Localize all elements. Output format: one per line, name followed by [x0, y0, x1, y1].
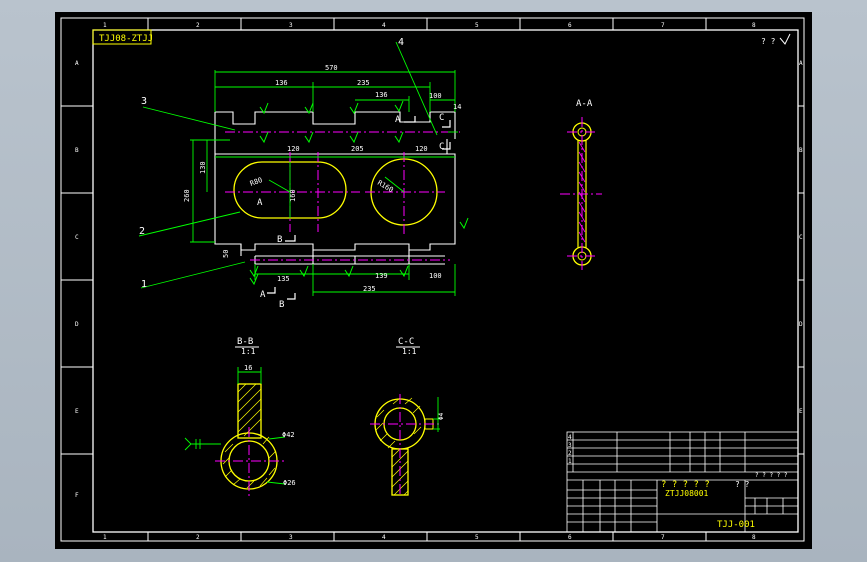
tb-bottom-code: TJJ-001 — [717, 520, 755, 530]
view-title-aa: A-A — [576, 99, 593, 109]
svg-text:C: C — [799, 234, 803, 241]
roughness-symbol-icon — [779, 33, 791, 45]
svg-text:D: D — [75, 321, 79, 328]
dim-14: 14 — [453, 103, 461, 111]
svg-text:A: A — [75, 60, 79, 67]
view-scale-bb: 1:1 — [241, 347, 256, 356]
dim-120a: 120 — [287, 145, 300, 153]
dim-160: 160 — [289, 189, 297, 202]
section-mark-a-bottom: A — [260, 290, 266, 300]
section-mark-c-bottom: C — [439, 142, 444, 152]
dim-120b: 120 — [415, 145, 428, 153]
cad-viewport[interactable]: 1 2 3 4 5 6 7 8 1 2 3 4 5 6 7 8 A B C D … — [55, 12, 812, 549]
dim-r80: R80 — [249, 176, 264, 188]
dim-135: 135 — [277, 275, 290, 283]
dim-235-top: 235 — [357, 79, 370, 87]
svg-text:C: C — [75, 234, 79, 241]
dim-136: 136 — [275, 79, 288, 87]
tb-row-1: 1 — [568, 458, 572, 465]
svg-text:4: 4 — [382, 22, 386, 29]
dim-136b: 136 — [375, 91, 388, 99]
dim-phi26: Φ26 — [283, 479, 296, 487]
svg-text:5: 5 — [475, 22, 479, 29]
roughness-mark: ? ? — [761, 37, 776, 46]
dim-235-bottom: 235 — [363, 285, 376, 293]
view-c-c: C-C 1:1 Φ4 — [370, 337, 445, 497]
svg-text:2: 2 — [196, 22, 200, 29]
view-title-bb: B-B — [237, 337, 253, 347]
svg-text:1: 1 — [103, 22, 107, 29]
svg-text:B: B — [75, 147, 79, 154]
dim-16: 16 — [244, 364, 252, 372]
tb-scale-text: ? ? ? ? ? — [755, 472, 788, 479]
dim-570: 570 — [325, 64, 338, 72]
svg-text:8: 8 — [752, 22, 756, 29]
inner-border — [92, 29, 799, 533]
svg-text:B: B — [799, 147, 803, 154]
svg-text:1: 1 — [103, 534, 107, 541]
svg-text:6: 6 — [568, 534, 572, 541]
dim-100-bottom: 100 — [429, 272, 442, 280]
leader-3: 3 — [141, 96, 147, 107]
svg-text:6: 6 — [568, 22, 572, 29]
svg-text:D: D — [799, 321, 803, 328]
leader-2: 2 — [139, 226, 145, 237]
tb-right-top: ? ? — [735, 480, 750, 489]
title-code: TJJ08-ZTJJ — [99, 34, 153, 44]
svg-text:5: 5 — [475, 534, 479, 541]
svg-text:F: F — [75, 492, 79, 499]
dim-100-top: 100 — [429, 92, 442, 100]
view-title-cc: C-C — [398, 337, 414, 347]
svg-text:8: 8 — [752, 534, 756, 541]
leader-4: 4 — [398, 37, 404, 48]
svg-text:2: 2 — [196, 534, 200, 541]
dim-130: 130 — [199, 161, 207, 174]
svg-text:A: A — [799, 60, 803, 67]
tb-row-4: 4 — [568, 434, 572, 441]
dim-139: 139 — [375, 272, 388, 280]
dim-50: 50 — [222, 250, 230, 258]
svg-text:3: 3 — [289, 534, 293, 541]
dim-205: 205 — [351, 145, 364, 153]
section-mark-a-center: A — [257, 198, 263, 208]
tb-row-2: 2 — [568, 450, 572, 457]
svg-text:E: E — [799, 408, 803, 415]
svg-text:7: 7 — [661, 534, 665, 541]
section-mark-a: A — [395, 115, 401, 125]
dim-phi4: Φ4 — [438, 412, 445, 420]
svg-text:3: 3 — [289, 22, 293, 29]
section-mark-c-top: C — [439, 113, 444, 123]
cad-drawing: 1 2 3 4 5 6 7 8 1 2 3 4 5 6 7 8 A B C D … — [60, 17, 805, 542]
section-mark-b-bottom: B — [279, 300, 284, 310]
view-scale-cc: 1:1 — [402, 347, 417, 356]
view-b-b: B-B 1:1 16 Φ42 Φ26 — [184, 337, 296, 496]
svg-text:E: E — [75, 408, 79, 415]
dim-phi42: Φ42 — [282, 431, 295, 439]
view-a-a: A-A — [560, 99, 602, 270]
section-mark-b: B — [277, 235, 282, 245]
svg-text:7: 7 — [661, 22, 665, 29]
leader-1: 1 — [141, 279, 147, 290]
dim-260: 260 — [183, 189, 191, 202]
tb-row-3: 3 — [568, 442, 572, 449]
svg-text:4: 4 — [382, 534, 386, 541]
main-view: 570 136 235 136 100 14 120 205 120 130 2… — [138, 37, 469, 310]
tb-drawing-no: ZTJJ08001 — [665, 489, 709, 498]
